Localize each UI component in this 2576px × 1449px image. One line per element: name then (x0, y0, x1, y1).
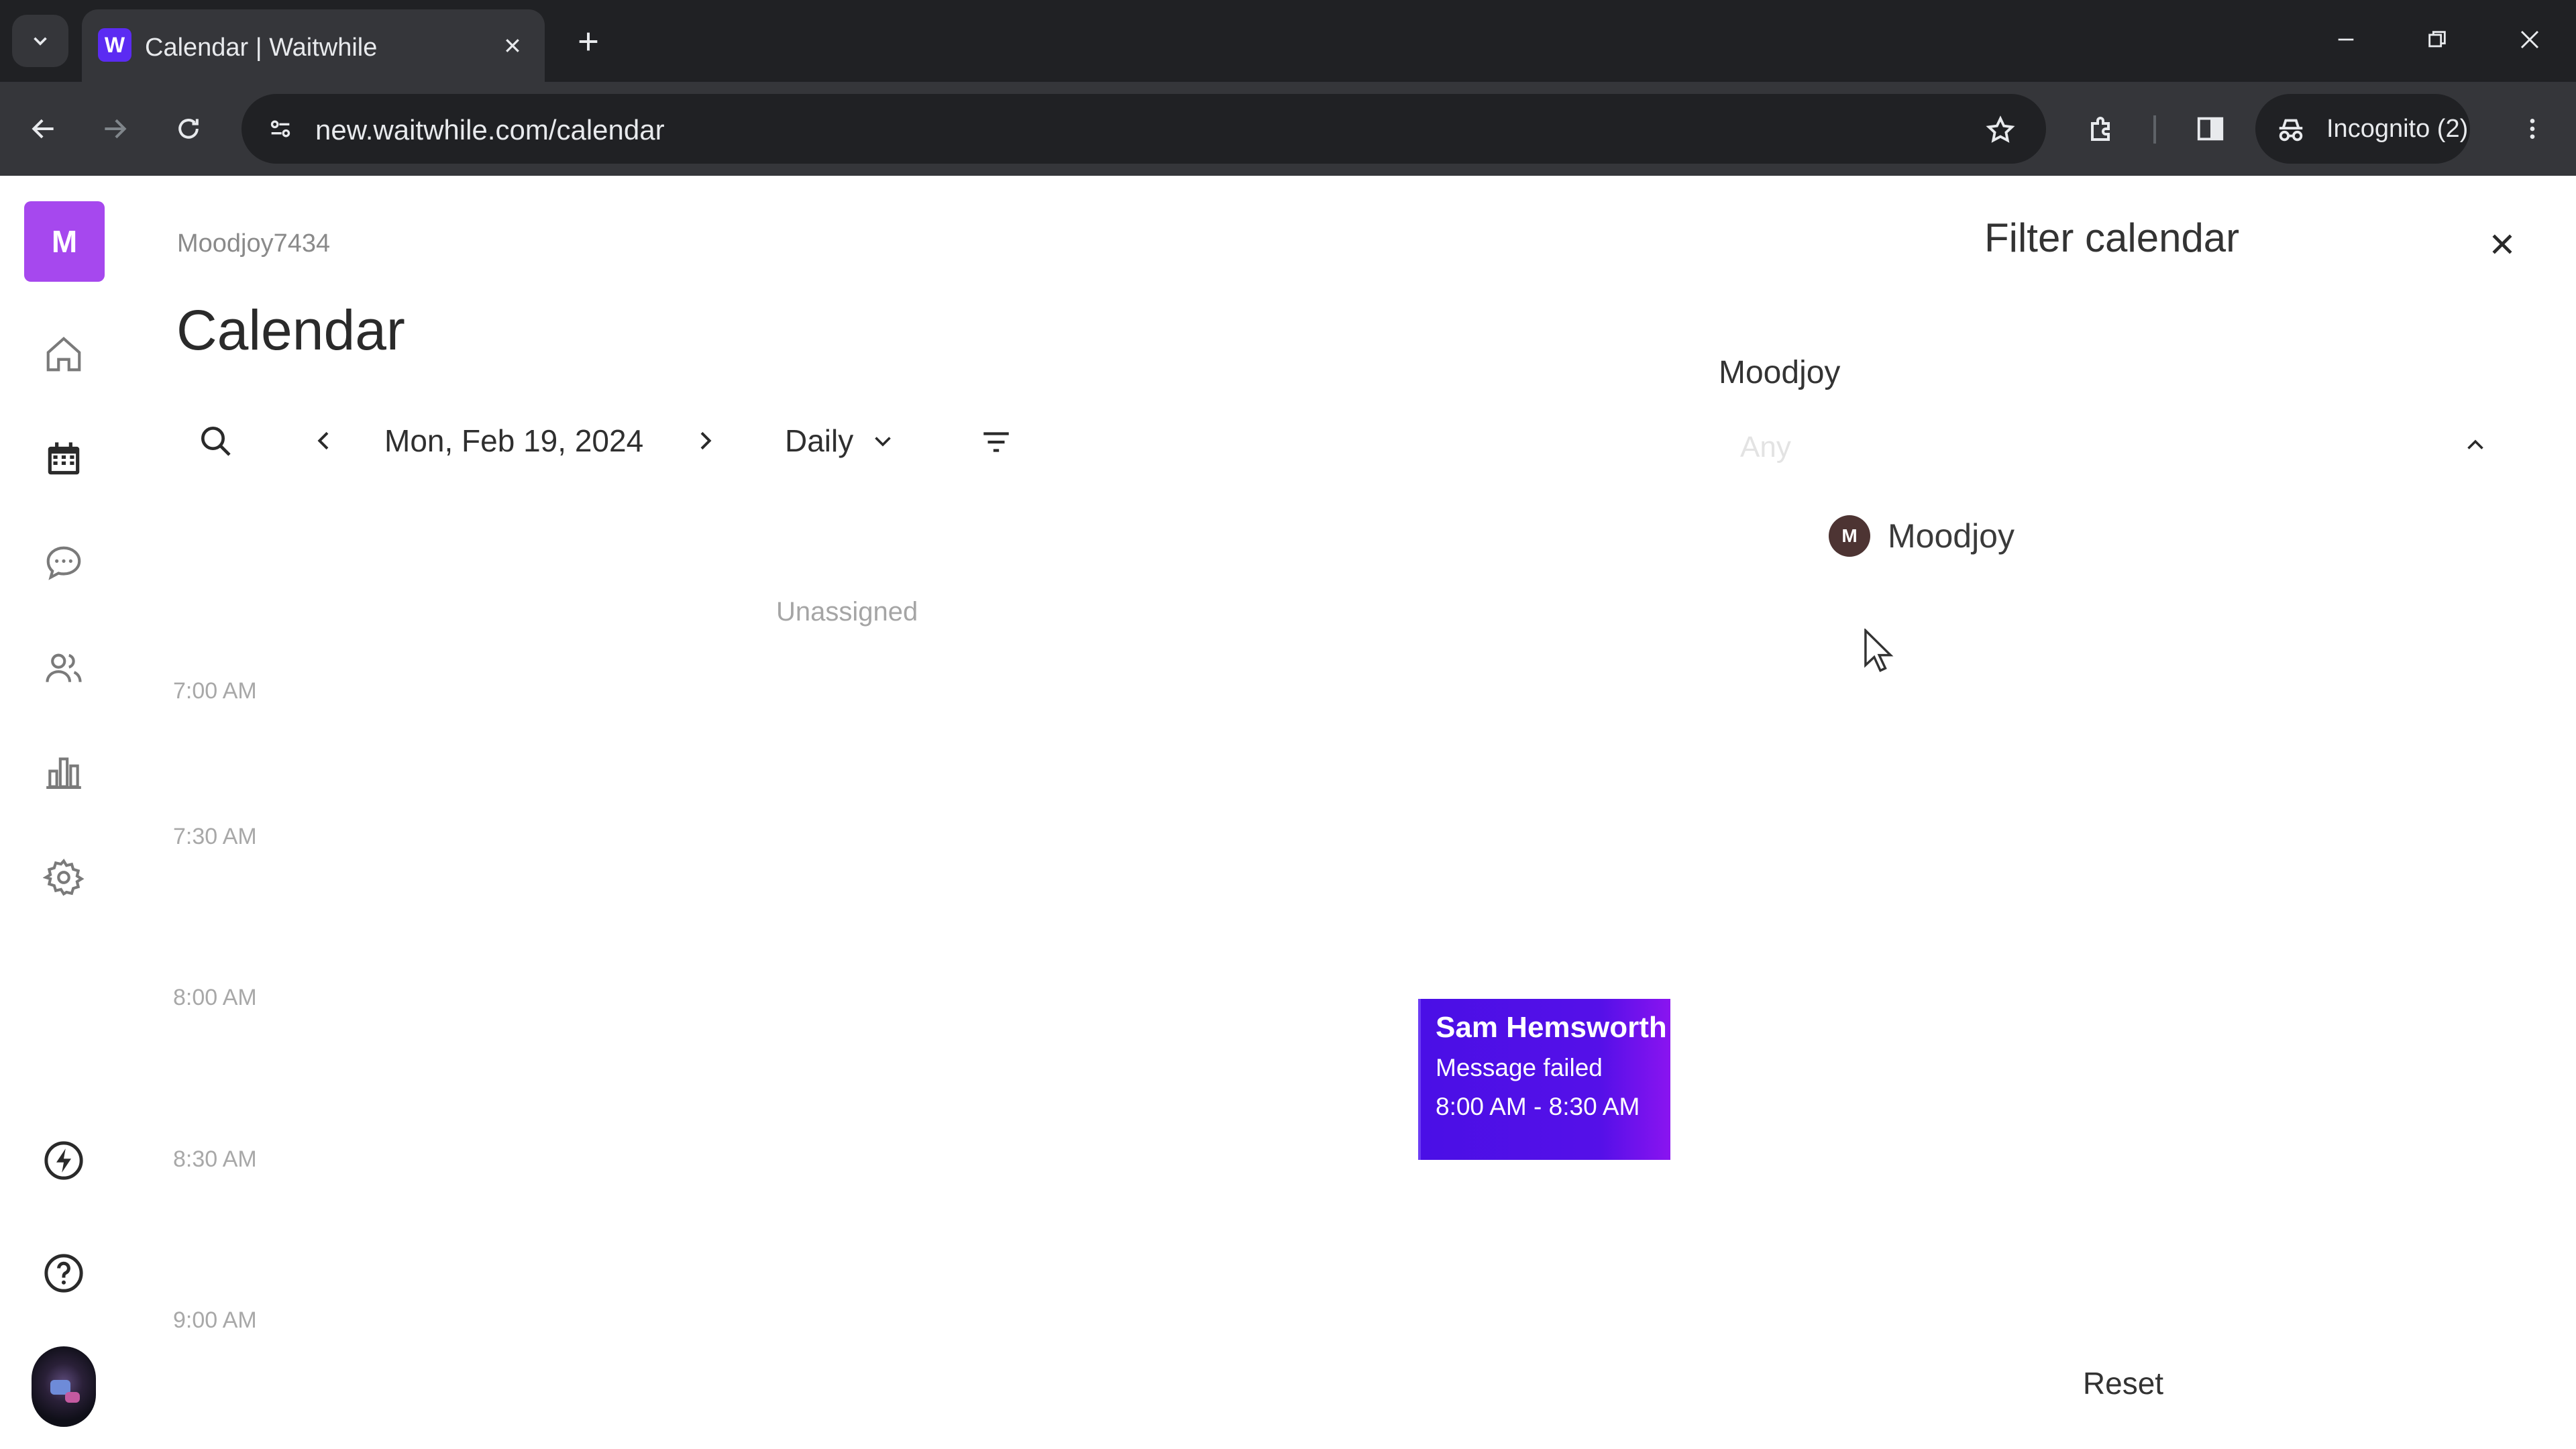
filter-collapse-button[interactable] (2455, 425, 2496, 466)
plus-icon (579, 32, 598, 51)
calendar-icon (48, 442, 80, 475)
view-mode-label: Daily (785, 423, 854, 458)
browser-tab-active[interactable]: W Calendar | Waitwhile (82, 9, 545, 82)
app-content: M Moodjoy7434 Calendar Mon, Feb 19, 2024… (0, 176, 2576, 1449)
filter-icon (983, 432, 1009, 452)
location-filter-select[interactable]: Any (1719, 417, 2497, 482)
close-icon (2520, 30, 2539, 49)
time-slot-label: 7:30 AM (173, 824, 257, 849)
sidebar-item-help[interactable] (37, 1246, 91, 1300)
extensions-button[interactable] (2078, 105, 2125, 152)
previous-day-button[interactable] (307, 424, 341, 458)
browser-menu-button[interactable] (2509, 105, 2556, 152)
sidebar-item-customers[interactable] (37, 641, 91, 695)
workspace-name: Moodjoy7434 (177, 229, 331, 258)
appointment-status: Message failed (1436, 1054, 1603, 1081)
tab-close-button[interactable] (498, 31, 527, 60)
bar-chart-icon (46, 757, 81, 790)
address-bar[interactable]: new.waitwhile.com/calendar (241, 94, 2046, 164)
search-icon (201, 427, 231, 456)
site-info-button[interactable] (259, 107, 302, 150)
sidebar-item-settings[interactable] (37, 851, 91, 904)
chevron-left-icon (317, 431, 329, 450)
users-icon (46, 653, 82, 682)
chevron-down-icon (34, 37, 47, 46)
reload-icon (178, 119, 199, 139)
gear-icon (43, 859, 85, 896)
appointment-time: 8:00 AM - 8:30 AM (1436, 1093, 1640, 1120)
arrow-left-icon (32, 119, 54, 139)
close-icon (506, 39, 519, 52)
arrow-right-icon (105, 119, 127, 139)
time-slot-label: 8:30 AM (173, 1146, 257, 1172)
tune-icon (270, 120, 290, 138)
next-day-button[interactable] (688, 424, 722, 458)
chevron-right-icon (700, 431, 712, 450)
option-label: Moodjoy (1888, 517, 2015, 555)
restore-icon (2428, 31, 2446, 48)
forward-button[interactable] (91, 105, 138, 152)
help-icon (44, 1254, 83, 1293)
column-header-unassigned: Unassigned (776, 597, 918, 627)
mouse-cursor-icon (1864, 629, 1894, 672)
chat-icon (46, 546, 81, 580)
url-text: new.waitwhile.com/calendar (315, 114, 665, 146)
filter-panel-title: Filter calendar (1984, 215, 2240, 260)
browser-tab-bar: W Calendar | Waitwhile (0, 0, 2576, 82)
option-avatar: M (1829, 515, 1870, 557)
reset-button[interactable]: Reset (2066, 1356, 2180, 1410)
puzzle-icon (2091, 117, 2110, 141)
time-slot-label: 7:00 AM (173, 678, 257, 704)
restore-button[interactable] (2407, 16, 2467, 63)
workspace-avatar[interactable]: M (24, 201, 105, 282)
waitwhile-favicon: W (98, 28, 131, 62)
sidebar: M (0, 176, 127, 1449)
avatar-highlight (65, 1392, 80, 1403)
toolbar-divider (2153, 115, 2156, 144)
incognito-icon (2279, 119, 2303, 142)
current-date[interactable]: Mon, Feb 19, 2024 (384, 423, 643, 459)
appointment-customer-name: Sam Hemsworth (1436, 1011, 1667, 1044)
new-tab-button[interactable] (567, 20, 610, 63)
back-button[interactable] (20, 105, 67, 152)
incognito-profile-button[interactable]: Incognito (2) (2255, 94, 2470, 164)
browser-toolbar: new.waitwhile.com/calendar Incognito (2) (0, 82, 2576, 176)
filter-section-label: Moodjoy (1719, 355, 1841, 390)
view-mode-select[interactable]: Daily (785, 417, 895, 464)
sidebar-item-calendar[interactable] (37, 432, 91, 486)
filter-option-moodjoy[interactable]: M Moodjoy (1829, 511, 2015, 561)
star-icon (1986, 115, 2015, 143)
user-avatar[interactable] (32, 1346, 96, 1427)
side-panel-button[interactable] (2187, 105, 2234, 152)
filter-button[interactable] (973, 419, 1020, 466)
sidebar-item-upgrade[interactable] (37, 1134, 91, 1187)
more-vertical-icon (2530, 119, 2535, 139)
sidebar-item-analytics[interactable] (37, 746, 91, 800)
bookmark-button[interactable] (1979, 109, 2022, 152)
sidebar-item-home[interactable] (37, 327, 91, 381)
window-close-button[interactable] (2500, 16, 2560, 63)
time-slot-label: 8:00 AM (173, 985, 257, 1010)
filter-close-button[interactable] (2475, 217, 2529, 271)
close-icon (2492, 234, 2512, 254)
minimize-icon (2338, 38, 2354, 41)
appointment-card[interactable]: Sam Hemsworth Message failed 8:00 AM - 8… (1418, 999, 1670, 1160)
chevron-down-icon (875, 437, 892, 447)
tab-title: Calendar | Waitwhile (145, 34, 378, 62)
reload-button[interactable] (165, 105, 212, 152)
time-slot-label: 9:00 AM (173, 1307, 257, 1333)
bolt-icon (44, 1141, 83, 1180)
side-panel-icon (2197, 117, 2224, 141)
chevron-up-icon (2467, 439, 2483, 449)
home-icon (46, 336, 81, 372)
incognito-label: Incognito (2) (2326, 115, 2469, 143)
filter-placeholder: Any (1740, 431, 1791, 464)
tab-search-button[interactable] (12, 15, 68, 67)
minimize-button[interactable] (2316, 16, 2376, 63)
search-button[interactable] (192, 417, 239, 464)
page-title: Calendar (176, 299, 405, 362)
sidebar-item-messages[interactable] (37, 537, 91, 590)
